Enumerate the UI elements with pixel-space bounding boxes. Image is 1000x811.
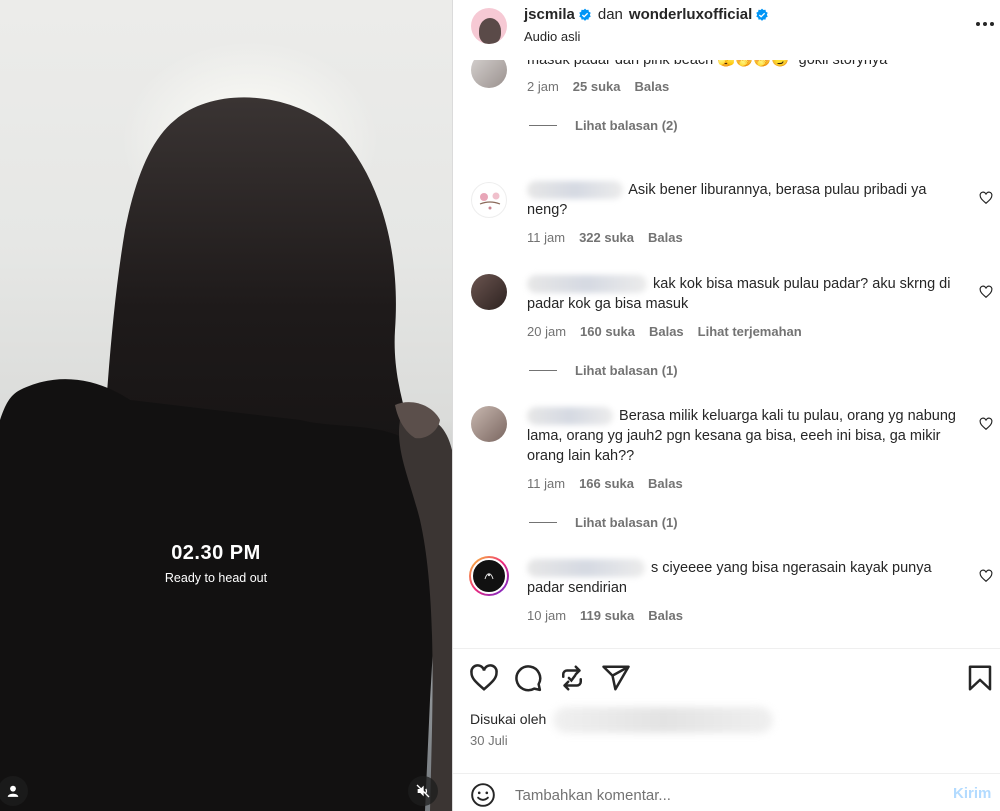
comment-likes[interactable]: 119 suka (580, 608, 634, 623)
post-authors: jscmila dan wonderluxofficial (524, 6, 769, 23)
commenter-avatar[interactable] (471, 274, 507, 310)
reel-video[interactable]: 02.30 PM Ready to head out (0, 0, 452, 811)
commenter-avatar[interactable] (471, 182, 507, 218)
comment-text: Berasa milik keluarga kali tu pulau, ora… (527, 406, 957, 466)
brand-logo-icon (484, 573, 494, 580)
comment-reply-button[interactable]: Balas (635, 79, 670, 94)
comment-text: s ciyeeee yang bisa ngerasain kayak puny… (527, 558, 957, 598)
emoji-icon[interactable] (470, 782, 496, 808)
floral-logo-icon (479, 192, 501, 210)
blurred-username (527, 181, 623, 200)
collaborator-username[interactable]: wonderluxofficial (629, 6, 752, 23)
speaker-muted-icon (416, 784, 430, 798)
post-detail-panel: jscmila dan wonderluxofficial Audio asli (452, 0, 1000, 811)
user-tag-icon (7, 785, 19, 797)
view-replies-button[interactable]: Lihat balasan (1) (529, 363, 678, 378)
comment-time: 20 jam (527, 324, 567, 339)
comment-reply-button[interactable]: Balas (648, 608, 683, 623)
comment-meta: 2 jam 25 suka Balas (527, 79, 669, 94)
comment-text: Asik bener liburannya, berasa pulau prib… (527, 180, 957, 220)
comment-meta: 11 jam 166 suka Balas (527, 476, 683, 491)
blurred-liked-by-users (553, 707, 773, 733)
post-date[interactable]: 30 Juli (470, 733, 508, 748)
commenter-avatar[interactable] (471, 60, 507, 88)
comment-likes[interactable]: 160 suka (580, 324, 635, 339)
comment-icon[interactable] (513, 663, 543, 693)
comment-like-icon[interactable] (979, 569, 993, 583)
view-replies-button[interactable]: Lihat balasan (1) (529, 515, 678, 530)
commenter-avatar[interactable] (471, 406, 507, 442)
woman-silhouette (0, 97, 452, 811)
repost-icon[interactable] (557, 663, 587, 693)
replies-divider (529, 522, 557, 523)
more-horizontal-icon (976, 22, 994, 26)
comment-reply-button[interactable]: Balas (649, 324, 684, 339)
comment-reply-button[interactable]: Balas (648, 476, 683, 491)
blurred-username (527, 275, 647, 294)
comment-likes[interactable]: 25 suka (573, 79, 621, 94)
overlay-time: 02.30 PM (171, 542, 261, 564)
comment-meta: 20 jam 160 suka Balas Lihat terjemahan (527, 324, 802, 339)
comment-reply-button[interactable]: Balas (648, 230, 683, 245)
verified-badge-icon (756, 8, 768, 21)
comment-meta: 10 jam 119 suka Balas (527, 608, 683, 623)
send-icon[interactable] (601, 663, 631, 693)
post-comment-button[interactable]: Kirim (953, 785, 991, 802)
comment-like-icon[interactable] (979, 285, 993, 299)
blurred-username (527, 559, 645, 578)
comment-input[interactable] (515, 782, 915, 808)
blurred-username (527, 407, 613, 426)
add-comment-bar: Kirim (453, 773, 1000, 811)
mute-toggle-button[interactable] (408, 776, 438, 806)
translate-button[interactable]: Lihat terjemahan (698, 324, 802, 339)
comment-text: masuk padar dan pink beach 🫣🤭🤭😏" gokil s… (527, 60, 888, 68)
comment-time: 11 jam (527, 230, 566, 245)
comment-time: 11 jam (527, 476, 566, 491)
verified-badge-icon (579, 8, 591, 21)
liked-by-label[interactable]: Disukai oleh (470, 711, 546, 727)
author-avatar[interactable] (471, 8, 507, 44)
post-actions: Disukai oleh 30 Juli (453, 648, 1000, 752)
replies-divider (529, 370, 557, 371)
heart-icon[interactable] (469, 663, 499, 693)
more-options-button[interactable] (973, 12, 997, 36)
comment-likes[interactable]: 322 suka (579, 230, 634, 245)
comment-time: 10 jam (527, 608, 567, 623)
author-username[interactable]: jscmila (524, 6, 575, 23)
comment-time: 2 jam (527, 79, 559, 94)
commenter-avatar-inner (471, 558, 507, 594)
author-connector: dan (597, 6, 623, 23)
comments-list[interactable]: masuk padar dan pink beach 🫣🤭🤭😏" gokil s… (453, 60, 1000, 648)
overlay-caption: Ready to head out (164, 571, 268, 585)
view-replies-button[interactable]: Lihat balasan (2) (529, 118, 678, 133)
bookmark-icon[interactable] (965, 663, 995, 693)
post-header: jscmila dan wonderluxofficial Audio asli (453, 0, 1000, 60)
view-replies-label: Lihat balasan (1) (575, 363, 678, 378)
comment-likes[interactable]: 166 suka (579, 476, 634, 491)
comment-text: kak kok bisa masuk pulau padar? aku skrn… (527, 274, 957, 314)
comment-like-icon[interactable] (979, 191, 993, 205)
view-replies-label: Lihat balasan (2) (575, 118, 678, 133)
commenter-avatar-story[interactable] (469, 556, 509, 596)
comment-like-icon[interactable] (979, 417, 993, 431)
replies-divider (529, 125, 557, 126)
audio-link[interactable]: Audio asli (524, 29, 580, 44)
view-replies-label: Lihat balasan (1) (575, 515, 678, 530)
comment-meta: 11 jam 322 suka Balas (527, 230, 683, 245)
